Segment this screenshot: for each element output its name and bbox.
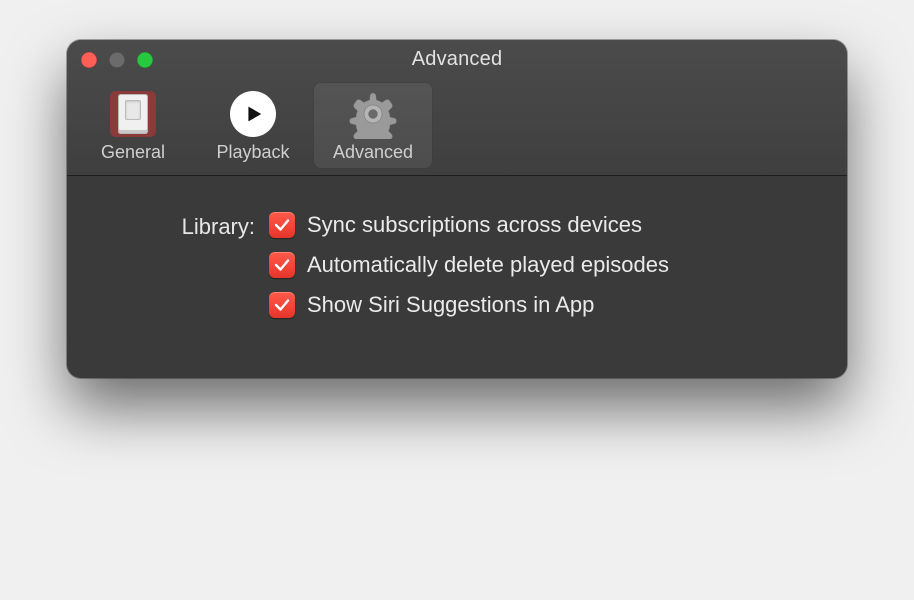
content-pane: Library: Sync subscriptions across devic… bbox=[67, 176, 847, 378]
minimize-icon bbox=[109, 52, 125, 68]
tab-advanced[interactable]: Advanced bbox=[313, 82, 433, 169]
window-controls bbox=[81, 52, 153, 68]
preferences-toolbar: General Playback bbox=[67, 78, 847, 175]
library-options: Sync subscriptions across devices Automa… bbox=[269, 212, 669, 318]
option-label: Show Siri Suggestions in App bbox=[307, 292, 594, 318]
titlebar: Advanced General Playback bbox=[67, 40, 847, 176]
tab-general[interactable]: General bbox=[73, 82, 193, 169]
checkbox-icon bbox=[269, 212, 295, 238]
preferences-window: Advanced General Playback bbox=[67, 40, 847, 378]
option-label: Automatically delete played episodes bbox=[307, 252, 669, 278]
tab-general-label: General bbox=[73, 142, 193, 163]
checkbox-icon bbox=[269, 292, 295, 318]
library-label: Library: bbox=[107, 212, 255, 318]
option-siri-suggestions[interactable]: Show Siri Suggestions in App bbox=[269, 292, 669, 318]
title-row: Advanced bbox=[67, 40, 847, 78]
play-icon bbox=[230, 91, 276, 137]
checkbox-icon bbox=[269, 252, 295, 278]
window-title: Advanced bbox=[67, 48, 847, 71]
tab-playback-label: Playback bbox=[193, 142, 313, 163]
tab-playback[interactable]: Playback bbox=[193, 82, 313, 169]
option-auto-delete[interactable]: Automatically delete played episodes bbox=[269, 252, 669, 278]
library-section: Library: Sync subscriptions across devic… bbox=[107, 212, 807, 318]
option-sync-subscriptions[interactable]: Sync subscriptions across devices bbox=[269, 212, 669, 238]
gear-icon bbox=[348, 89, 398, 139]
close-icon[interactable] bbox=[81, 52, 97, 68]
zoom-icon[interactable] bbox=[137, 52, 153, 68]
switch-icon bbox=[110, 91, 156, 137]
option-label: Sync subscriptions across devices bbox=[307, 212, 642, 238]
tab-advanced-label: Advanced bbox=[313, 142, 433, 163]
